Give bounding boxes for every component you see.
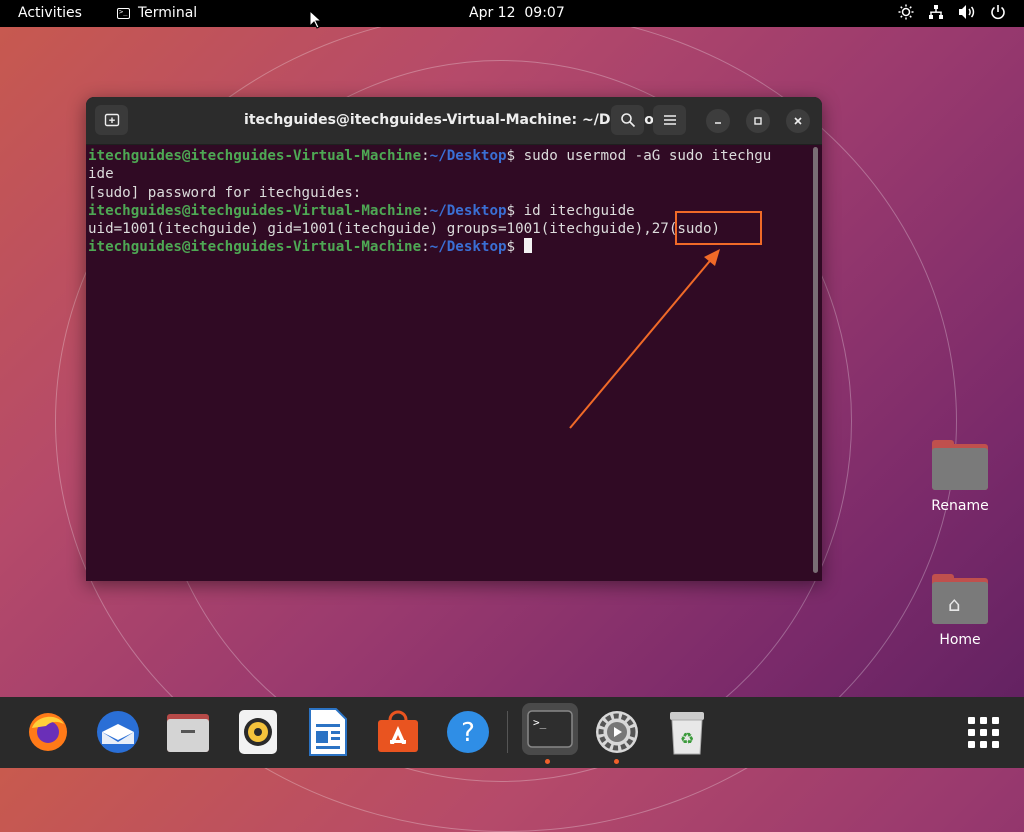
terminal-icon: >_	[117, 7, 130, 19]
writer-icon	[309, 708, 347, 756]
desktop-icon-label: Home	[939, 632, 981, 648]
highlight-box	[675, 211, 762, 245]
dock-files[interactable]	[163, 707, 213, 757]
running-indicator	[545, 759, 550, 764]
brightness-icon[interactable]	[898, 4, 914, 24]
clock-time: 09:07	[524, 5, 565, 21]
top-bar: Activities >_ Terminal Apr 12 09:07	[0, 0, 1024, 27]
dock-separator	[507, 711, 508, 753]
clock[interactable]: Apr 12 09:07	[469, 5, 565, 21]
dock-settings[interactable]	[592, 707, 642, 757]
trash-icon: ♻	[670, 712, 704, 755]
prompt-dollar: $	[506, 239, 516, 256]
dock-terminal[interactable]: >_	[522, 703, 578, 755]
running-indicator	[614, 759, 619, 764]
terminal-window[interactable]: itechguides@itechguides-Virtual-Machine:…	[86, 97, 822, 581]
minimize-button[interactable]	[706, 109, 730, 133]
terminal-icon: >_	[527, 710, 573, 748]
minimize-icon	[715, 122, 721, 124]
home-folder-icon: ⌂	[932, 574, 988, 624]
power-icon[interactable]	[990, 4, 1006, 24]
prompt-path: ~/Desktop	[429, 239, 507, 256]
rhythmbox-icon	[239, 710, 277, 754]
activities-button[interactable]: Activities	[18, 5, 82, 21]
settings-icon	[596, 711, 638, 753]
prompt-separator: :	[421, 239, 430, 256]
menu-button[interactable]	[653, 105, 686, 135]
maximize-icon	[754, 117, 762, 125]
svg-text:?: ?	[461, 718, 475, 748]
app-menu[interactable]: >_ Terminal	[117, 5, 197, 21]
command-id: id itechguide	[515, 202, 635, 219]
files-icon	[167, 714, 209, 752]
desktop-icon-label: Rename	[931, 498, 989, 514]
show-apps-button[interactable]	[958, 707, 1008, 757]
folder-icon	[932, 440, 988, 490]
maximize-button[interactable]	[746, 109, 770, 133]
sudo-password-prompt: [sudo] password for itechguides:	[88, 184, 362, 201]
network-icon[interactable]	[928, 4, 944, 24]
id-output: uid=1001(itechguide) gid=1001(itechguide…	[88, 221, 721, 238]
help-icon: ?	[447, 711, 489, 753]
desktop-icon-rename[interactable]: Rename	[920, 440, 1000, 514]
desktop-icon-home[interactable]: ⌂ Home	[920, 574, 1000, 648]
thunderbird-icon	[97, 711, 139, 753]
app-center-icon	[378, 710, 418, 752]
prompt-user: itechguides@itechguides-Virtual-Machine	[88, 202, 422, 219]
clock-date: Apr 12	[469, 5, 516, 21]
command-usermod-wrap: ide	[88, 166, 114, 183]
text-cursor	[523, 238, 532, 254]
prompt-separator: :	[421, 148, 430, 164]
prompt-separator: :	[421, 202, 430, 219]
search-button[interactable]	[611, 105, 644, 135]
prompt-dollar: $	[506, 202, 516, 219]
dock-thunderbird[interactable]	[93, 707, 143, 757]
scrollbar[interactable]	[813, 147, 818, 573]
prompt-dollar: $	[506, 148, 516, 164]
dock-app-center[interactable]	[373, 707, 423, 757]
close-button[interactable]	[786, 109, 810, 133]
title-bar[interactable]: itechguides@itechguides-Virtual-Machine:…	[86, 97, 822, 145]
svg-text:>_: >_	[533, 716, 547, 729]
dock-trash[interactable]: ♻	[662, 707, 712, 757]
prompt-user: itechguides@itechguides-Virtual-Machine	[88, 239, 422, 256]
command-usermod: sudo usermod -aG sudo itechgu	[515, 148, 772, 164]
firefox-icon	[29, 713, 67, 751]
prompt-user: itechguides@itechguides-Virtual-Machine	[88, 148, 422, 164]
volume-icon[interactable]	[958, 4, 976, 24]
dock-rhythmbox[interactable]	[233, 707, 283, 757]
dock: ? >_ ♻	[0, 697, 1024, 768]
menu-icon	[663, 115, 676, 125]
system-tray[interactable]	[898, 4, 1006, 24]
prompt-path: ~/Desktop	[429, 148, 507, 164]
svg-text:♻: ♻	[680, 729, 694, 748]
mouse-pointer-icon	[309, 10, 323, 29]
search-icon	[620, 113, 635, 128]
show-apps-icon	[967, 716, 999, 748]
close-icon	[794, 117, 802, 125]
app-menu-label: Terminal	[138, 5, 198, 21]
dock-writer[interactable]	[303, 707, 353, 757]
prompt-path: ~/Desktop	[429, 202, 507, 219]
dock-help[interactable]: ?	[443, 707, 493, 757]
dock-firefox[interactable]	[23, 707, 73, 757]
